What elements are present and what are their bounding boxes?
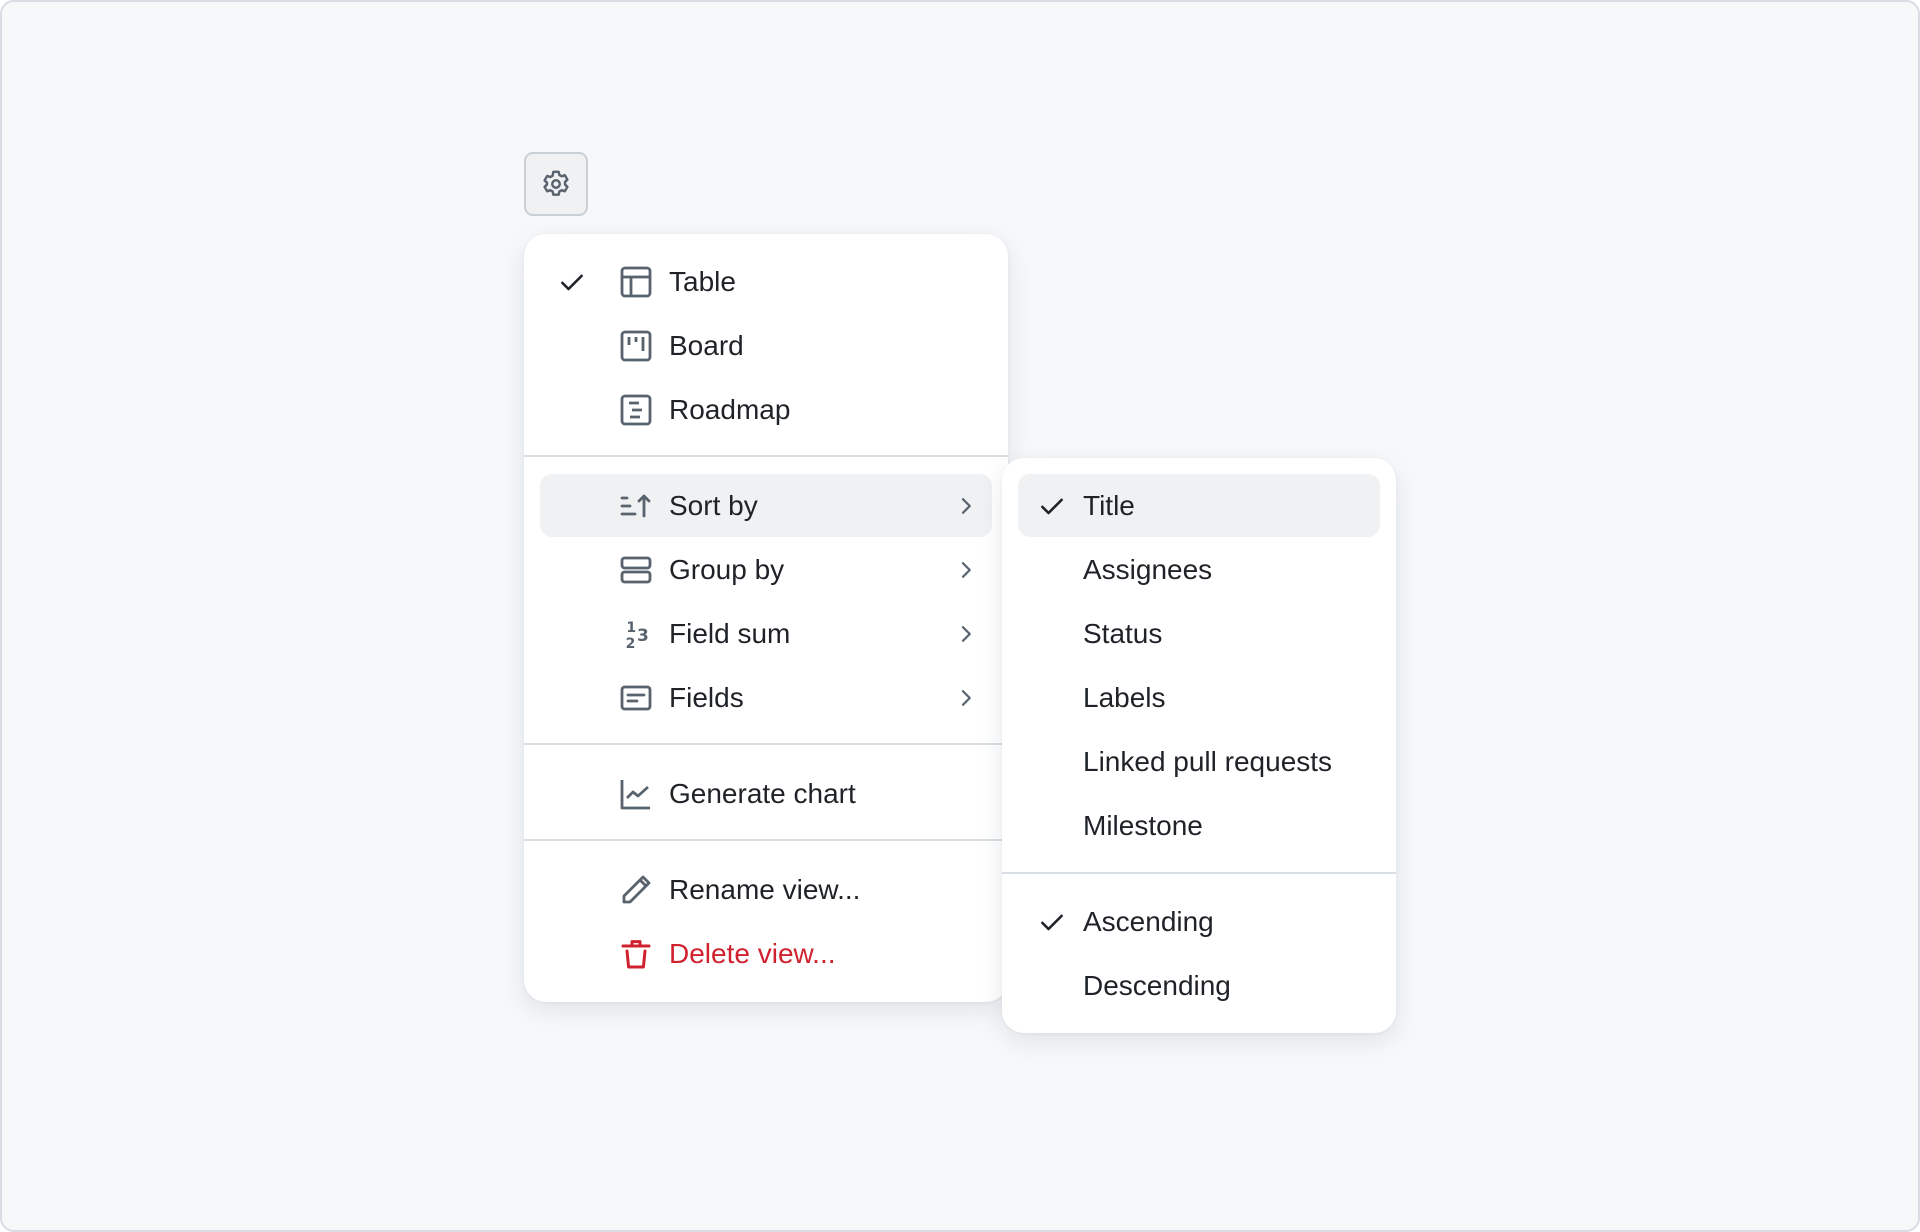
chevron-right-icon xyxy=(954,494,978,518)
gear-icon xyxy=(543,170,569,196)
menu-item-label: Generate chart xyxy=(669,777,856,809)
view-options-menu: Table Board Roadmap Sort by Group by 1 2… xyxy=(524,234,1008,1002)
sort-option-linked-pull-requests[interactable]: Linked pull requests xyxy=(1018,730,1380,793)
menu-divider xyxy=(524,455,1008,457)
view-options-button[interactable] xyxy=(524,152,588,216)
menu-item-delete-view[interactable]: Delete view... xyxy=(540,922,992,985)
sort-option-label: Linked pull requests xyxy=(1083,745,1333,777)
sort-asc-icon xyxy=(620,490,652,522)
svg-text:2: 2 xyxy=(626,636,636,650)
rows-icon xyxy=(620,554,652,586)
sort-option-label: Labels xyxy=(1083,681,1166,713)
menu-item-label: Table xyxy=(669,265,736,297)
menu-item-rename-view[interactable]: Rename view... xyxy=(540,858,992,921)
board-icon xyxy=(620,330,652,362)
number-icon: 1 2 3 xyxy=(620,618,652,650)
roadmap-icon xyxy=(620,394,652,426)
svg-text:3: 3 xyxy=(637,626,649,646)
menu-divider xyxy=(524,839,1008,841)
sort-option-assignees[interactable]: Assignees xyxy=(1018,538,1380,601)
sort-option-label: Title xyxy=(1083,489,1135,521)
sort-option-labels[interactable]: Labels xyxy=(1018,666,1380,729)
menu-item-fields[interactable]: Fields xyxy=(540,666,992,729)
chevron-right-icon xyxy=(954,558,978,582)
sort-direction-descending[interactable]: Descending xyxy=(1018,954,1380,1017)
trash-icon xyxy=(620,938,652,970)
svg-text:1: 1 xyxy=(626,620,636,636)
sort-direction-label: Ascending xyxy=(1083,905,1214,937)
chevron-right-icon xyxy=(954,686,978,710)
check-icon xyxy=(1038,908,1066,936)
pencil-icon xyxy=(620,874,652,906)
menu-item-label: Rename view... xyxy=(669,873,861,905)
menu-item-generate-chart[interactable]: Generate chart xyxy=(540,762,992,825)
menu-divider xyxy=(524,743,1008,745)
menu-item-table[interactable]: Table xyxy=(540,250,992,313)
menu-item-roadmap[interactable]: Roadmap xyxy=(540,378,992,441)
menu-item-label: Group by xyxy=(669,553,785,585)
chevron-right-icon xyxy=(954,622,978,646)
sort-option-milestone[interactable]: Milestone xyxy=(1018,794,1380,857)
menu-divider xyxy=(1002,872,1396,874)
sort-option-status[interactable]: Status xyxy=(1018,602,1380,665)
table-icon xyxy=(620,266,652,298)
sort-direction-label: Descending xyxy=(1083,969,1231,1001)
note-icon xyxy=(620,682,652,714)
menu-item-label: Roadmap xyxy=(669,393,791,425)
check-icon xyxy=(1038,492,1066,520)
sort-option-label: Assignees xyxy=(1083,553,1213,585)
menu-item-label: Board xyxy=(669,329,744,361)
sort-option-label: Status xyxy=(1083,617,1163,649)
sort-direction-ascending[interactable]: Ascending xyxy=(1018,890,1380,953)
menu-item-label: Sort by xyxy=(669,489,758,521)
menu-item-label: Fields xyxy=(669,681,744,713)
sort-option-label: Milestone xyxy=(1083,809,1203,841)
menu-item-label: Delete view... xyxy=(669,937,836,969)
menu-item-group-by[interactable]: Group by xyxy=(540,538,992,601)
sort-by-submenu: Title Assignees Status Labels Linked pul… xyxy=(1002,458,1396,1033)
menu-item-field-sum[interactable]: 1 2 3 Field sum xyxy=(540,602,992,665)
menu-item-sort-by[interactable]: Sort by xyxy=(540,474,992,537)
menu-item-board[interactable]: Board xyxy=(540,314,992,377)
sort-option-title[interactable]: Title xyxy=(1018,474,1380,537)
menu-item-label: Field sum xyxy=(669,617,791,649)
graph-icon xyxy=(620,778,652,810)
check-icon xyxy=(558,268,586,296)
